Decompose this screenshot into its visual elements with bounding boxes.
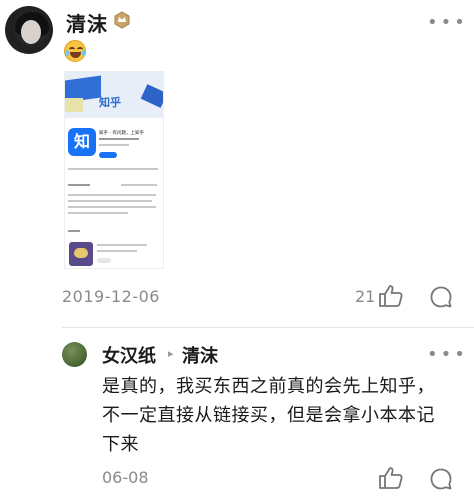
author-avatar[interactable] xyxy=(5,6,53,54)
reply-to-arrow-icon: ▸ xyxy=(168,347,174,360)
app-icon: 知 xyxy=(68,128,96,156)
reply-more-options-icon[interactable]: ••• xyxy=(427,344,468,365)
thumbs-up-icon[interactable] xyxy=(378,284,404,308)
reply-author-avatar[interactable] xyxy=(62,342,87,367)
get-button xyxy=(99,152,117,158)
reply-author-name[interactable]: 女汉纸 xyxy=(102,342,156,368)
reply-icon[interactable] xyxy=(429,285,453,309)
reply-text: 是真的，我买东西之前真的会先上知乎，不一定直接从链接买，但是会拿小本本记下来 xyxy=(102,376,435,455)
app-title: 知乎 - 有问题，上知乎 xyxy=(99,131,144,136)
reply-target-name[interactable]: 清沫 xyxy=(182,342,218,368)
reply-reply-icon[interactable] xyxy=(429,467,453,491)
rofl-emoji xyxy=(64,40,86,62)
more-options-icon[interactable]: ••• xyxy=(427,12,468,33)
divider xyxy=(62,327,474,328)
app-banner: 知乎 xyxy=(65,72,163,118)
avatar-face xyxy=(21,20,41,44)
badge-icon xyxy=(114,11,130,29)
comment-author-name[interactable]: 清沫 xyxy=(66,8,108,37)
banner-brand-text: 知乎 xyxy=(99,96,121,109)
comment-date: 2019-12-06 xyxy=(62,287,160,306)
reply-thumbs-up-icon[interactable] xyxy=(378,466,404,490)
comment-image[interactable]: 知乎 知 知乎 - 有问题，上知乎 xyxy=(64,71,164,269)
reply-date: 06-08 xyxy=(102,468,149,487)
like-count: 21 xyxy=(355,287,376,306)
